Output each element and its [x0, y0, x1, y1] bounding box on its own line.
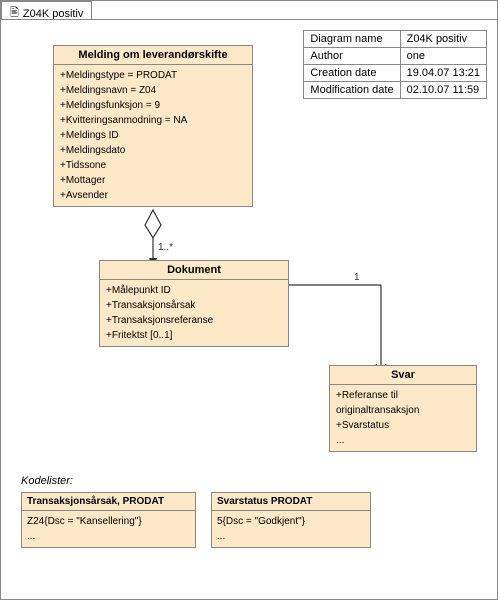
- dokument-attr: +Transaksjonsårsak: [106, 298, 282, 313]
- svar-attr: +Referanse til originaltransaksjon: [336, 388, 470, 418]
- info-table: Diagram nameZ04K positivAuthoroneCreatio…: [303, 30, 487, 99]
- info-label: Modification date: [304, 82, 400, 99]
- dokument-attr: +Transaksjonsreferanse: [106, 313, 282, 328]
- tab-title: Z04K positiv: [23, 8, 84, 20]
- dokument-title: Dokument: [100, 261, 288, 280]
- dokument-attrs: +Målepunkt ID+Transaksjonsårsak+Transaks…: [100, 280, 288, 346]
- codelist-2-box: Svarstatus PRODAT 5{Dsc = "Godkjent"}...: [211, 492, 371, 548]
- info-value: 02.10.07 11:59: [400, 82, 486, 99]
- codelist-1-box: Transaksjonsårsak, PRODAT Z24{Dsc = "Kan…: [21, 492, 196, 548]
- codelist-1-title: Transaksjonsårsak, PRODAT: [22, 493, 195, 511]
- codelist-2-title: Svarstatus PRODAT: [212, 493, 370, 511]
- dokument-class-box: Dokument +Målepunkt ID+Transaksjonsårsak…: [99, 260, 289, 347]
- info-label: Creation date: [304, 65, 400, 82]
- codelist-1-content: Z24{Dsc = "Kansellering"}...: [22, 511, 195, 547]
- melding-attr: +Meldingsnavn = Z04: [60, 83, 246, 98]
- svar-class-box: Svar +Referanse til originaltransaksjon+…: [329, 365, 477, 452]
- info-value: Z04K positiv: [400, 31, 486, 48]
- outer-frame: 🖹 Z04K positiv Diagram nameZ04K positivA…: [0, 0, 498, 600]
- kodelister-label: Kodelister:: [21, 475, 73, 487]
- melding-attr: +Avsender: [60, 188, 246, 203]
- codelist-2-item: 5{Dsc = "Godkjent"}: [217, 514, 365, 529]
- info-value: one: [400, 48, 486, 65]
- info-value: 19.04.07 13:21: [400, 65, 486, 82]
- svar-title: Svar: [330, 366, 476, 385]
- svar-attrs: +Referanse til originaltransaksjon+Svars…: [330, 385, 476, 451]
- melding-attr: +Tidssone: [60, 158, 246, 173]
- melding-attr: +Kvitteringsanmodning = NA: [60, 113, 246, 128]
- svar-attr: ...: [336, 433, 470, 448]
- multiplicity-label: 1..*: [158, 242, 173, 253]
- melding-attr: +Mottager: [60, 173, 246, 188]
- diagram-area: Diagram nameZ04K positivAuthoroneCreatio…: [1, 19, 497, 599]
- info-label: Diagram name: [304, 31, 400, 48]
- melding-attr: +Meldings ID: [60, 128, 246, 143]
- codelist-2-item: ...: [217, 529, 365, 544]
- dokument-attr: +Fritektst [0..1]: [106, 328, 282, 343]
- svar-attr: +Svarstatus: [336, 418, 470, 433]
- melding-attr: +Meldingsfunksjon = 9: [60, 98, 246, 113]
- codelist-1-item: Z24{Dsc = "Kansellering"}: [27, 514, 190, 529]
- codelist-2-content: 5{Dsc = "Godkjent"}...: [212, 511, 370, 547]
- codelist-1-item: ...: [27, 529, 190, 544]
- multiplicity-one-label: 1: [354, 272, 360, 283]
- melding-attrs: +Meldingstype = PRODAT+Meldingsnavn = Z0…: [54, 65, 252, 206]
- melding-class-box: Melding om leverandørskifte +Meldingstyp…: [53, 45, 253, 207]
- melding-attr: +Meldingstype = PRODAT: [60, 68, 246, 83]
- dokument-attr: +Målepunkt ID: [106, 283, 282, 298]
- info-label: Author: [304, 48, 400, 65]
- melding-attr: +Meldingsdato: [60, 143, 246, 158]
- melding-title: Melding om leverandørskifte: [54, 46, 252, 65]
